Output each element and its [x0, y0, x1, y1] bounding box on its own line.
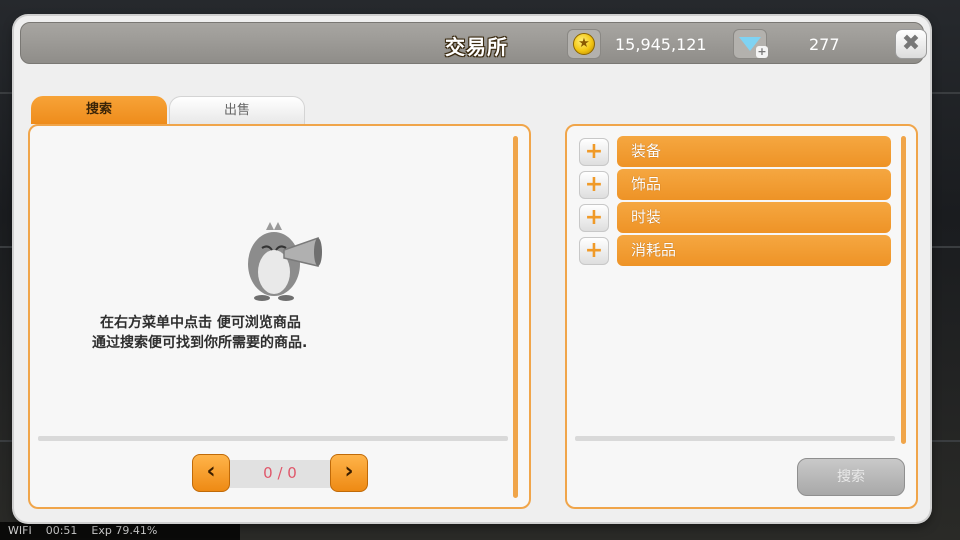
category-row-fashion[interactable]: + 时装: [579, 202, 891, 233]
divider: [38, 436, 508, 441]
search-button[interactable]: 搜索: [797, 458, 905, 496]
hint-line-1: 在右方菜单中点击 便可浏览商品: [100, 315, 301, 331]
category-equipment[interactable]: 装备: [617, 136, 891, 167]
penguin-megaphone-icon: [248, 222, 322, 301]
category-row-equipment[interactable]: + 装备: [579, 136, 891, 167]
clock: 00:51: [45, 524, 78, 537]
gold-coin-icon: ★: [573, 33, 595, 55]
exchange-dialog: 交易所 ★ 15,945,121 + 277 ✖ 搜索 出售 在右方菜单中点击 …: [14, 16, 930, 522]
chevron-right-icon: ›: [344, 459, 354, 484]
divider: [575, 436, 895, 441]
expand-plus-icon[interactable]: +: [579, 204, 609, 232]
gold-coin-icon-box: ★: [567, 29, 601, 59]
prev-page-button[interactable]: ‹: [192, 454, 230, 492]
scrollbar[interactable]: [513, 136, 518, 498]
tab-sell[interactable]: 出售: [169, 96, 305, 124]
wifi-status: WIFI: [8, 524, 32, 537]
expand-plus-icon[interactable]: +: [579, 138, 609, 166]
close-icon: ✖: [901, 31, 921, 56]
category-consumables[interactable]: 消耗品: [617, 235, 891, 266]
expand-plus-icon[interactable]: +: [579, 237, 609, 265]
category-panel: + 装备 + 饰品 + 时装 + 消耗品 搜索: [565, 124, 918, 509]
category-accessories[interactable]: 饰品: [617, 169, 891, 200]
scrollbar[interactable]: [901, 136, 906, 444]
search-results-panel: 在右方菜单中点击 便可浏览商品 通过搜索便可找到你所需要的商品. ‹ 0 / 0…: [28, 124, 531, 509]
gold-amount: 15,945,121: [615, 35, 707, 54]
system-status-bar: WIFI 00:51 Exp 79.41%: [0, 522, 240, 540]
plus-icon: +: [756, 45, 768, 58]
next-page-button[interactable]: ›: [330, 454, 368, 492]
category-fashion[interactable]: 时装: [617, 202, 891, 233]
tab-search[interactable]: 搜索: [31, 96, 167, 124]
gem-amount: 277: [809, 35, 840, 54]
title-bar: 交易所 ★ 15,945,121 + 277 ✖: [20, 22, 927, 64]
category-row-accessories[interactable]: + 饰品: [579, 169, 891, 200]
close-button[interactable]: ✖: [895, 29, 927, 59]
chevron-left-icon: ‹: [206, 459, 216, 484]
hint-line-2: 通过搜索便可找到你所需要的商品.: [92, 335, 308, 351]
category-row-consumables[interactable]: + 消耗品: [579, 235, 891, 266]
dialog-title: 交易所: [445, 35, 508, 59]
expand-plus-icon[interactable]: +: [579, 171, 609, 199]
exp-readout: Exp 79.41%: [91, 524, 158, 537]
page-indicator: 0 / 0: [263, 464, 297, 482]
gem-plus-icon[interactable]: +: [733, 29, 768, 59]
